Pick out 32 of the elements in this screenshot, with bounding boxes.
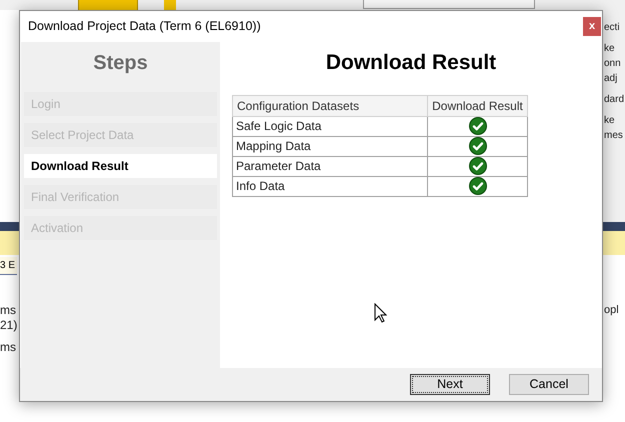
success-check-icon [468, 177, 486, 195]
step-item: Download Result [24, 154, 217, 178]
background-text: mes [604, 129, 624, 143]
success-check-icon [468, 157, 486, 175]
page-heading: Download Result [326, 50, 496, 76]
steps-title: Steps [92, 51, 149, 76]
success-check-icon [468, 117, 486, 135]
background-text: opl [604, 303, 619, 318]
background-text: onn [604, 57, 622, 71]
error-tab[interactable]: 3 E [0, 257, 17, 275]
table-cell: Info Data [232, 176, 428, 196]
table-cell: Parameter Data [232, 156, 428, 176]
window-title: Download Project Data (Term 6 (EL6910)) [28, 18, 261, 36]
column-header: Configuration Datasets [232, 95, 428, 116]
background-text: adj [604, 72, 618, 86]
close-button[interactable]: x [583, 17, 601, 36]
table-cell: Mapping Data [232, 136, 428, 156]
next-button[interactable]: Next [410, 374, 490, 395]
background-text: ecti [604, 21, 621, 35]
cancel-button[interactable]: Cancel [509, 374, 589, 395]
table-cell: Safe Logic Data [232, 116, 428, 136]
column-header: Download Result [428, 95, 528, 116]
background-text: ke [604, 42, 616, 56]
background-text: ms [0, 340, 17, 355]
device-marker [164, 0, 176, 10]
device-block [78, 0, 138, 10]
success-check-icon [468, 137, 486, 155]
background-text: ke [604, 114, 616, 128]
background-text: dard [604, 93, 624, 107]
background-text: 21) [0, 318, 18, 333]
background-text: ms [0, 303, 17, 318]
mouse-pointer-icon [374, 302, 386, 322]
